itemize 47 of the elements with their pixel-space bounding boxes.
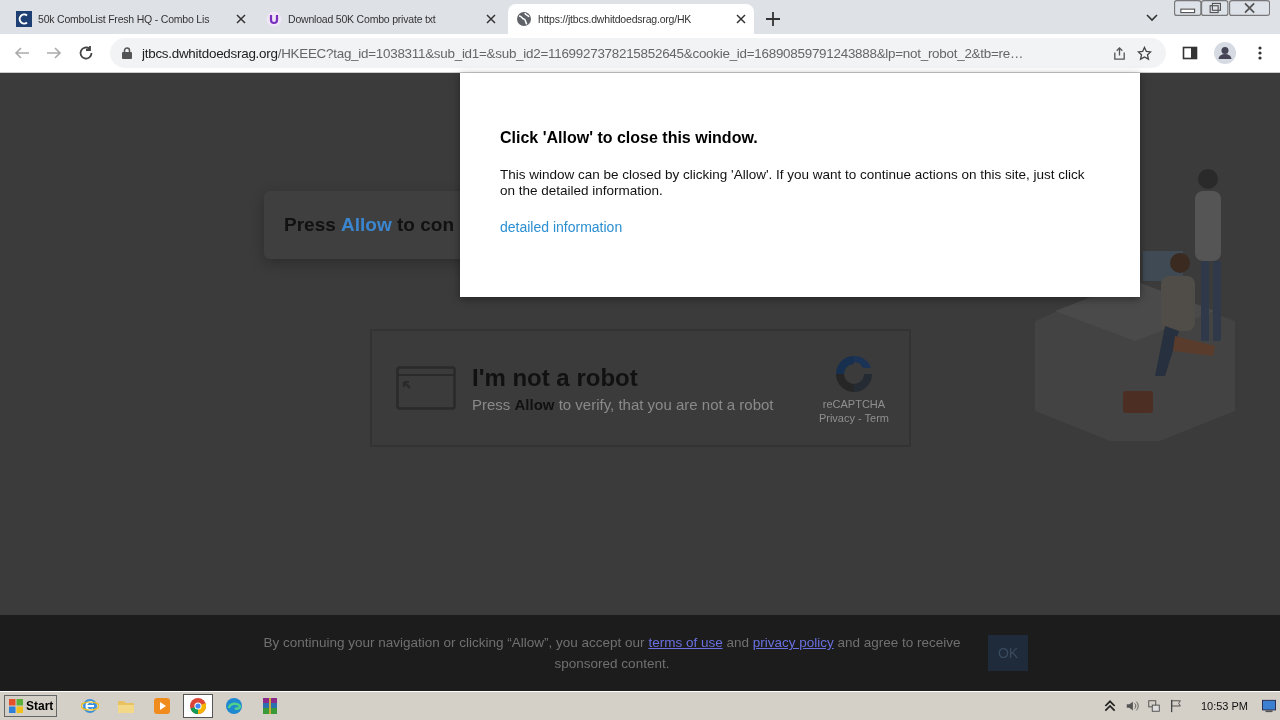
url-text: jtbcs.dwhitdoedsrag.org/HKEEC?tag_id=1038311&sub_id1=&sub_id2=1169927378215852645&cookie_id=16890859791243888&lp=not_robot_2&tb=re… [142, 45, 1025, 61]
media-player-icon [153, 697, 172, 715]
recaptcha-label: reCAPTCHA [822, 398, 886, 410]
network-icon[interactable] [1146, 699, 1161, 713]
start-button[interactable]: Start [4, 695, 58, 717]
browser-tab[interactable]: https://jtbcs.dwhitdoedsrag.org/HK [508, 4, 754, 34]
globe-icon [516, 11, 532, 27]
tab-title: 50k ComboList Fresh HQ - Combo Lis [38, 13, 211, 25]
browser-tab[interactable]: Download 50K Combo private txt [258, 4, 504, 34]
reload-icon[interactable] [78, 45, 94, 61]
popup-title: Click 'Allow' to close this window. [500, 129, 758, 147]
address-bar[interactable]: jtbcs.dwhitdoedsrag.org/HKEEC?tag_id=1038311&sub_id1=&sub_id2=1169927378215852645&cookie_id=16890859791243888&lp=not_robot_2&tb=re… [110, 38, 1166, 68]
desktop-icon[interactable] [1262, 699, 1276, 713]
popup-message: This window can be closed by clicking 'Allow'. If you want to continue actions on this site, just click on the detailed information. [500, 167, 1086, 199]
tab-title: Download 50K Combo private txt [288, 13, 437, 25]
consent-text: By continuing your navigation or clicking “Allow”, you accept our terms of use and privacy policy and agree to receive sponsored content. [262, 634, 962, 673]
profile-icon[interactable] [1214, 42, 1236, 64]
windows-logo-icon [8, 698, 24, 714]
flag-icon[interactable] [1168, 699, 1183, 713]
privacy-link[interactable]: privacy policy [752, 635, 834, 650]
speaker-icon[interactable] [1124, 699, 1139, 713]
restore-icon[interactable] [1201, 0, 1229, 16]
chevron-up-icon[interactable] [1102, 699, 1117, 713]
close-icon[interactable] [1228, 0, 1270, 16]
detailed-information-link[interactable]: detailed information [500, 219, 623, 235]
letter-e-icon [81, 697, 100, 715]
side-panel-icon[interactable] [1182, 45, 1198, 61]
share-icon[interactable] [1112, 45, 1127, 61]
chevron-down-icon[interactable] [1146, 14, 1158, 22]
chrome-icon [189, 697, 208, 715]
lock-icon [122, 47, 132, 59]
letter-u-icon [266, 11, 282, 27]
new-tab-icon[interactable] [766, 12, 780, 26]
close-icon[interactable] [736, 14, 746, 24]
tab-title: https://jtbcs.dwhitdoedsrag.org/HK [538, 13, 693, 25]
taskbar-app[interactable] [183, 694, 214, 718]
privacy-terms-link[interactable]: Privacy - Term [818, 412, 889, 424]
letter-c-icon [16, 11, 32, 27]
minimize-icon[interactable] [1174, 0, 1202, 16]
star-icon[interactable] [1137, 45, 1152, 61]
close-icon[interactable] [486, 14, 496, 24]
browser-tab[interactable]: 50k ComboList Fresh HQ - Combo Lis [8, 4, 254, 34]
edge-icon [225, 697, 244, 715]
clock-text: 10:53 PM [1200, 700, 1248, 712]
archive-icon [261, 697, 280, 715]
terms-link[interactable]: terms of use [648, 635, 723, 650]
close-icon[interactable] [236, 14, 246, 24]
